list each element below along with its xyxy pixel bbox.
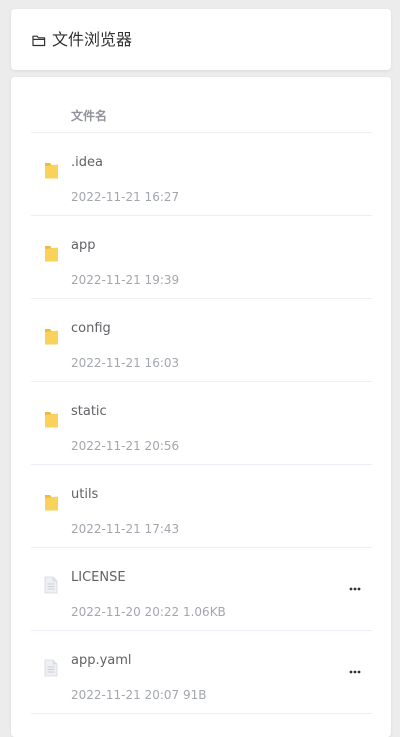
table-header: 文件名 (31, 77, 372, 133)
folder-outline-icon (32, 34, 46, 47)
file-row[interactable]: app 2022-11-21 19:39 (31, 216, 372, 299)
file-name[interactable]: static (71, 404, 107, 420)
file-meta: 2022-11-21 16:03 (71, 355, 179, 371)
file-meta: 2022-11-20 20:22 1.06KB (71, 604, 226, 620)
file-row[interactable]: utils 2022-11-21 17:43 (31, 465, 372, 548)
file-modified-date: 2022-11-21 17:43 (71, 522, 180, 536)
file-row[interactable]: static 2022-11-21 20:56 (31, 382, 372, 465)
folder-icon (44, 493, 59, 512)
file-name[interactable]: app (71, 238, 95, 254)
folder-icon (44, 244, 59, 263)
file-row[interactable]: config 2022-11-21 16:03 (31, 299, 372, 382)
file-meta: 2022-11-21 19:39 (71, 272, 179, 288)
folder-icon (44, 161, 59, 180)
file-modified-date: 2022-11-21 19:39 (71, 273, 180, 287)
more-actions-icon[interactable] (346, 665, 364, 679)
file-modified-date: 2022-11-20 20:22 (71, 605, 180, 619)
file-modified-date: 2022-11-21 20:07 (71, 688, 180, 702)
file-size: 1.06KB (182, 605, 226, 619)
file-list-card: 文件名 .idea 2022-11-21 16:27 app 2022-11-21 1… (11, 77, 391, 737)
file-icon (44, 659, 58, 677)
file-name[interactable]: config (71, 321, 111, 337)
file-modified-date: 2022-11-21 20:56 (71, 439, 180, 453)
file-name[interactable]: app.yaml (71, 653, 132, 669)
file-row[interactable]: app.yaml 2022-11-21 20:07 91B (31, 631, 372, 714)
file-icon (44, 576, 58, 594)
file-modified-date: 2022-11-21 16:03 (71, 356, 180, 370)
file-name[interactable]: LICENSE (71, 570, 126, 586)
file-size: 91B (182, 688, 207, 702)
file-list: .idea 2022-11-21 16:27 app 2022-11-21 19:39… (31, 133, 372, 714)
file-name[interactable]: .idea (71, 155, 103, 171)
more-actions-icon[interactable] (346, 582, 364, 596)
file-row[interactable]: LICENSE 2022-11-20 20:22 1.06KB (31, 548, 372, 631)
file-meta: 2022-11-21 20:56 (71, 438, 179, 454)
file-meta: 2022-11-21 16:27 (71, 189, 179, 205)
header-card: 文件浏览器 (11, 9, 391, 70)
file-modified-date: 2022-11-21 16:27 (71, 190, 180, 204)
folder-icon (44, 410, 59, 429)
file-meta: 2022-11-21 20:07 91B (71, 687, 206, 703)
file-meta: 2022-11-21 17:43 (71, 521, 179, 537)
folder-icon (44, 327, 59, 346)
page-title: 文件浏览器 (52, 30, 133, 49)
column-header-filename: 文件名 (71, 109, 108, 123)
file-name[interactable]: utils (71, 487, 98, 503)
header-title-group: 文件浏览器 (32, 31, 132, 49)
file-row[interactable]: .idea 2022-11-21 16:27 (31, 133, 372, 216)
